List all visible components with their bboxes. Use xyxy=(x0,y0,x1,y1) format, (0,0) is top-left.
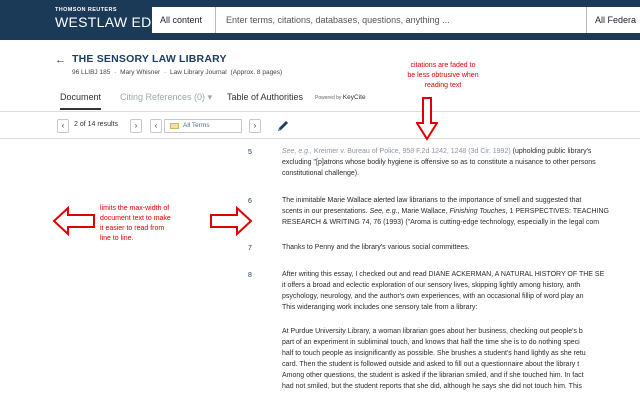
tab-citing-label: Citing References (0) xyxy=(120,92,206,102)
footnote-line: See, e.g., Kreimer v. Bureau of Police, … xyxy=(282,147,591,158)
annotation-citations: citations are faded to be less obtrusive… xyxy=(393,61,493,91)
blockquote-line: card. Then the student is followed outsi… xyxy=(282,361,580,368)
arrow-down-icon xyxy=(416,97,438,141)
arrow-right-icon xyxy=(210,206,253,236)
keycite-logo: KeyCite xyxy=(342,94,366,101)
annotation-line: document text to make xyxy=(100,215,171,222)
chevron-left-icon: ‹ xyxy=(154,121,158,130)
footnote-text: , 1 PERSPECTIVES: TEACHING xyxy=(505,208,609,215)
highlight-swatch-icon xyxy=(170,123,179,129)
annotation-line: be less obtrusive when xyxy=(407,72,479,79)
footnote-line: The inimitable Marie Wallace alerted law… xyxy=(282,197,582,204)
chevron-down-icon: ▾ xyxy=(207,92,213,102)
tab-divider xyxy=(0,111,640,112)
citation-signal: See, e.g. xyxy=(369,208,398,215)
footnote-line: psychology, neurology, and the author's … xyxy=(282,293,584,300)
annotation-line: line to line. xyxy=(100,235,134,242)
powered-by-label: Powered by xyxy=(315,95,342,101)
search-bar: All content All Federa xyxy=(152,7,640,33)
footnote-line: RESEARCH & WRITING 74, 76 (1993) ("Aroma… xyxy=(282,219,600,226)
citation-signal: See, e.g., xyxy=(282,148,312,155)
footnote-number: 8 xyxy=(248,272,252,279)
footnote-line: constitutional challenge). xyxy=(282,170,360,177)
footnote-text: scents in our presentations. xyxy=(282,208,370,215)
footnote-line: After writing this essay, I checked out … xyxy=(282,271,605,278)
tab-document[interactable]: Document xyxy=(60,90,102,110)
meta-length: (Approx. 8 pages) xyxy=(230,69,283,76)
footnote-line: scents in our presentations. See, e.g., … xyxy=(282,207,609,218)
next-result-button[interactable]: › xyxy=(130,119,142,133)
back-arrow-icon[interactable]: ← xyxy=(55,54,66,66)
footnote-line: it offers a broad and eclectic explorati… xyxy=(282,282,581,289)
tab-citing-references[interactable]: Citing References (0) ▾ xyxy=(120,90,212,104)
annotation-line: limits the max-width of xyxy=(100,205,170,212)
tab-table-of-authorities[interactable]: Table of Authorities xyxy=(227,90,303,104)
toolbar-divider xyxy=(0,138,640,139)
footnote-text: , Marie Wallace, xyxy=(397,208,450,215)
annotation-maxwidth: limits the max-width of document text to… xyxy=(100,204,210,244)
powered-by-keycite: Powered by KeyCite xyxy=(315,94,366,101)
article-title: Finishing Touches xyxy=(449,208,506,215)
meta-separator: · xyxy=(164,69,167,76)
footnote-line: This wideranging work includes one senso… xyxy=(282,304,478,311)
blockquote-line: had not smiled, but the student reports … xyxy=(282,383,582,390)
prev-result-button[interactable]: ‹ xyxy=(57,119,69,133)
chevron-left-icon: ‹ xyxy=(61,121,65,130)
footnote-line: excluding "[p]atrons whose bodily hygien… xyxy=(282,159,596,166)
blockquote-line: At Purdue University Library, a woman li… xyxy=(282,328,583,335)
annotation-line: citations are faded to xyxy=(410,62,476,69)
next-term-button[interactable]: › xyxy=(249,119,261,133)
footnote-line: Thanks to Penny and the library's variou… xyxy=(282,244,470,251)
top-bar: THOMSON REUTERS WESTLAW EDGE All content… xyxy=(0,0,640,40)
annotate-pen-icon[interactable] xyxy=(275,118,291,134)
chevron-right-icon: › xyxy=(253,121,257,130)
search-input[interactable] xyxy=(216,7,576,33)
chevron-right-icon: › xyxy=(134,121,138,130)
prev-term-button[interactable]: ‹ xyxy=(150,119,162,133)
jurisdiction-selector[interactable]: All Federa xyxy=(586,7,640,33)
blockquote-line: half to touch people as insignificantly … xyxy=(282,350,586,357)
document-title: THE SENSORY LAW LIBRARY xyxy=(72,53,227,65)
meta-separator: · xyxy=(114,69,117,76)
meta-author: Mary Whisner xyxy=(120,69,161,76)
search-terms-dropdown[interactable]: All Terms xyxy=(164,119,242,133)
annotation-line: reading text xyxy=(424,82,462,89)
meta-journal: Law Library Journal xyxy=(170,69,227,76)
footnote-number: 6 xyxy=(248,198,252,205)
footnote-number: 5 xyxy=(248,149,252,156)
footnote-text: (upholding public library's xyxy=(510,148,592,155)
footnote-number: 7 xyxy=(248,245,252,252)
citation-link[interactable]: Kreimer v. Bureau of Police, 958 F.2d 12… xyxy=(312,148,511,155)
blockquote-line: part of an experiment in subliminal touc… xyxy=(282,339,580,346)
search-scope-dropdown[interactable]: All content xyxy=(152,7,216,33)
blockquote-line: Among other questions, the student is as… xyxy=(282,372,584,379)
meta-citation: 96 LLIBJ 185 xyxy=(72,69,111,76)
annotation-line: it easier to read from xyxy=(100,225,165,232)
arrow-left-icon xyxy=(52,206,95,236)
results-counter: 2 of 14 results xyxy=(74,121,118,128)
terms-label: All Terms xyxy=(183,122,210,129)
document-meta: 96 LLIBJ 185 · Mary Whisner · Law Librar… xyxy=(72,69,284,76)
